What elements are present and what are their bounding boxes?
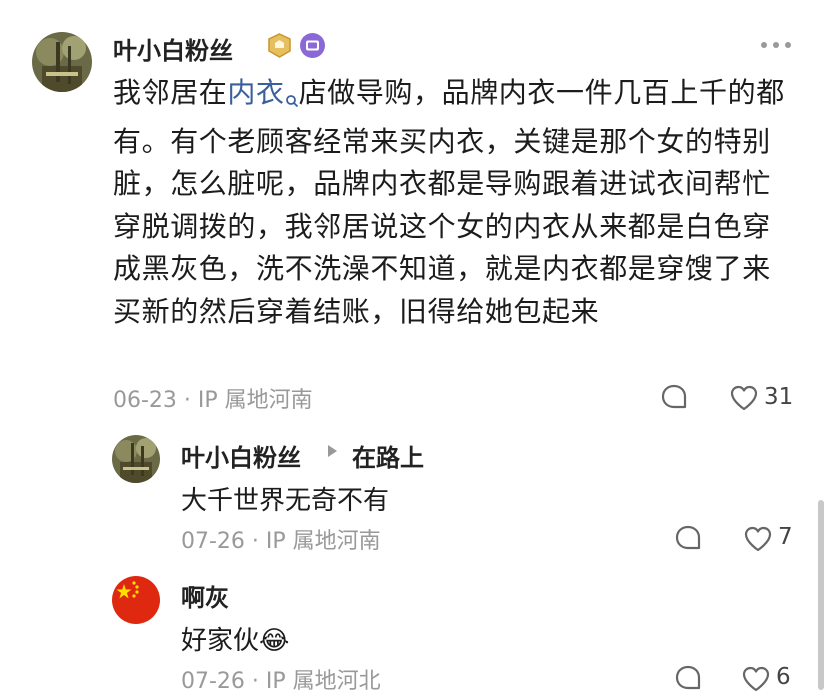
heart-outline-icon[interactable] bbox=[729, 384, 759, 411]
reply-author-name[interactable]: 啊灰 bbox=[181, 578, 229, 613]
reply-ip: IP 属地河南 bbox=[265, 529, 381, 554]
reply-text: 大千世界无奇不有 bbox=[181, 486, 390, 516]
keyword-link[interactable]: 内衣 bbox=[227, 76, 298, 109]
search-link-icon bbox=[285, 78, 299, 121]
comment-text-after-link: 店做导购，品牌内衣一件几百上千的都有。有个老顾客经常来买内衣，关键是那个女的特别… bbox=[113, 76, 785, 328]
reply-date: 07-26 bbox=[181, 669, 245, 694]
comment-author-avatar[interactable] bbox=[32, 32, 92, 92]
reply-meta: 07-26 · IP 属地河南 bbox=[181, 529, 381, 554]
keyword-link-label: 内衣 bbox=[227, 76, 285, 109]
comment-text-before-link: 我邻居在 bbox=[113, 76, 228, 109]
reply-ip: IP 属地河北 bbox=[265, 669, 381, 694]
like-count: 6 bbox=[776, 664, 791, 690]
more-dots-icon[interactable] bbox=[760, 40, 792, 50]
comment-author-name[interactable]: 叶小白粉丝 bbox=[113, 31, 233, 66]
reply-to-name[interactable]: 在路上 bbox=[352, 438, 424, 473]
laugh-cry-emoji: 😂 bbox=[259, 626, 290, 656]
comment-bubble-icon[interactable] bbox=[674, 524, 702, 552]
reply-arrow-icon bbox=[326, 444, 338, 458]
reply-text-content: 好家伙 bbox=[181, 626, 260, 656]
comment-text: 我邻居在内衣 店做导购，品牌内衣一件几百上千的都有。有个老顾客经常来买内衣，关键是… bbox=[113, 72, 793, 333]
reply-author-avatar[interactable] bbox=[112, 435, 160, 483]
heart-outline-icon[interactable] bbox=[743, 525, 773, 552]
reply-author-avatar[interactable] bbox=[112, 576, 160, 624]
comment-meta: 06-23 · IP 属地河南 bbox=[113, 388, 313, 413]
like-count: 31 bbox=[764, 384, 794, 410]
heart-outline-icon[interactable] bbox=[741, 665, 771, 692]
reply-date: 07-26 bbox=[181, 529, 245, 554]
comment-bubble-icon[interactable] bbox=[674, 664, 702, 692]
reply-author-name[interactable]: 叶小白粉丝 bbox=[181, 438, 301, 473]
gold-shield-badge-icon bbox=[266, 32, 293, 59]
like-count: 7 bbox=[778, 524, 793, 550]
scrollbar[interactable] bbox=[818, 500, 824, 690]
reply-text: 好家伙😂 bbox=[181, 620, 289, 657]
reply-meta: 07-26 · IP 属地河北 bbox=[181, 669, 381, 694]
comment-bubble-icon[interactable] bbox=[660, 383, 688, 411]
purple-tv-badge-icon bbox=[299, 32, 326, 59]
comment-ip: IP 属地河南 bbox=[197, 388, 313, 413]
comment-date: 06-23 bbox=[113, 388, 177, 413]
